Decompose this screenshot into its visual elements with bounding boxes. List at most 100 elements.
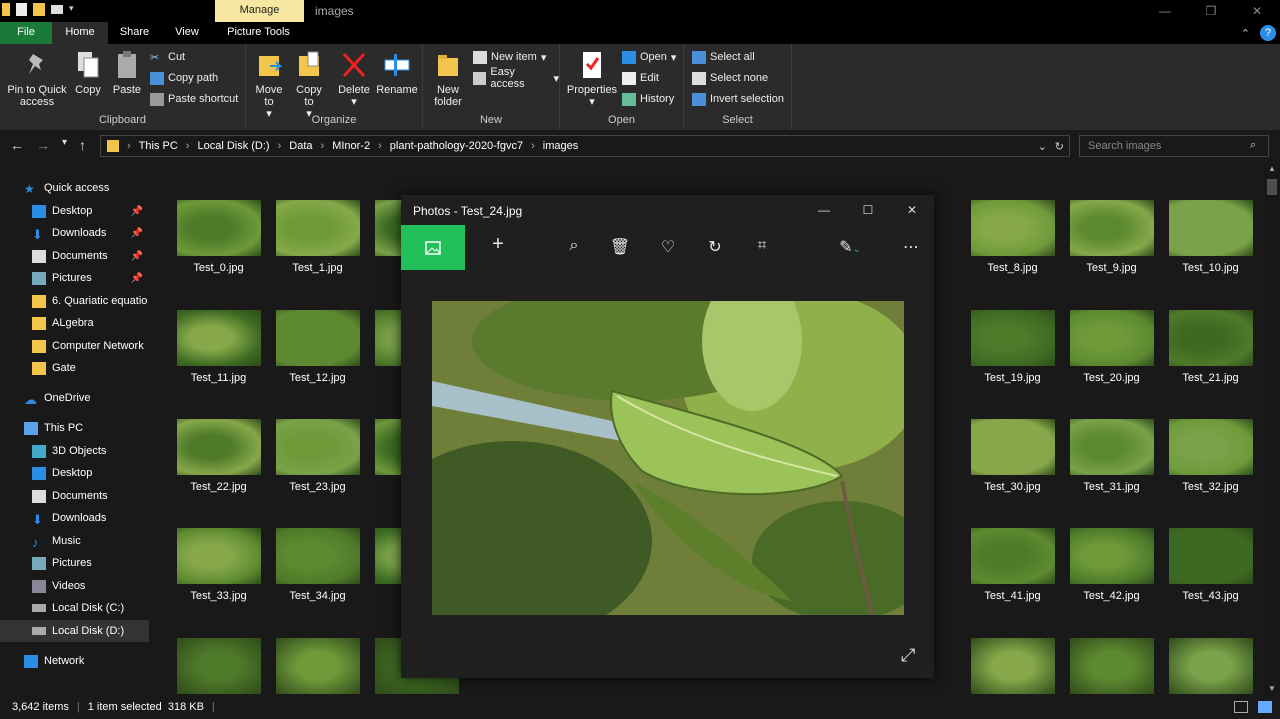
close-button[interactable]: ✕: [1234, 0, 1280, 22]
file-item[interactable]: Test_43.jpg: [1161, 528, 1260, 602]
cut-button[interactable]: ✂ Cut: [150, 48, 185, 66]
nav-item-3d-objects[interactable]: 3D Objects: [0, 440, 149, 462]
edit-button[interactable]: Edit: [622, 69, 659, 87]
details-view-icon[interactable]: [1234, 701, 1248, 713]
select-all-button[interactable]: Select all: [692, 48, 755, 66]
heart-icon[interactable]: ♡: [656, 237, 680, 259]
breadcrumb-local-disk[interactable]: Local Disk (D:): [197, 140, 269, 152]
file-item[interactable]: Test_32.jpg: [1161, 419, 1260, 493]
file-item[interactable]: Test_21.jpg: [1161, 310, 1260, 384]
scroll-down-icon[interactable]: ▼: [1268, 684, 1276, 693]
new-item-button[interactable]: New item ▾: [473, 48, 546, 66]
file-item[interactable]: Test_30.jpg: [963, 419, 1062, 493]
nav-this-pc[interactable]: This PC: [0, 417, 149, 439]
scroll-up-icon[interactable]: ▲: [1268, 164, 1276, 173]
nav-network[interactable]: Network: [0, 650, 149, 672]
delete-icon[interactable]: 🗑: [608, 237, 632, 259]
select-none-button[interactable]: Select none: [692, 69, 768, 87]
thumbnail-view-icon[interactable]: [1258, 701, 1272, 713]
copy-button[interactable]: Copy: [72, 50, 104, 96]
copy-path-button[interactable]: Copy path: [150, 69, 218, 87]
file-item[interactable]: [1062, 638, 1161, 694]
nav-quick-access[interactable]: ★ Quick access: [0, 177, 149, 199]
pin-to-quick-access-button[interactable]: Pin to Quick access: [4, 50, 70, 108]
nav-item-videos[interactable]: Videos: [0, 575, 149, 597]
nav-item-pc-desktop[interactable]: Desktop: [0, 462, 149, 484]
move-to-button[interactable]: Move to ▾: [252, 50, 286, 120]
chevron-up-icon[interactable]: ⌃: [1241, 27, 1250, 40]
breadcrumb-plant-pathology[interactable]: plant-pathology-2020-fgvc7: [390, 140, 523, 152]
copy-to-button[interactable]: Copy to ▾: [292, 50, 326, 120]
recent-chevron-icon[interactable]: ▾: [62, 137, 67, 153]
file-item[interactable]: Test_1.jpg: [268, 200, 367, 274]
file-item[interactable]: Test_41.jpg: [963, 528, 1062, 602]
file-item[interactable]: Test_20.jpg: [1062, 310, 1161, 384]
nav-item-downloads[interactable]: ⬇ Downloads 📌: [0, 222, 149, 244]
file-item[interactable]: [963, 638, 1062, 694]
paste-button[interactable]: Paste: [110, 50, 144, 96]
nav-item-music[interactable]: ♪ Music: [0, 530, 149, 552]
refresh-icon[interactable]: ↻: [1055, 140, 1064, 153]
nav-item-quadratic[interactable]: 6. Quariatic equatio: [0, 290, 149, 312]
add-icon[interactable]: +: [486, 233, 510, 255]
help-icon[interactable]: ?: [1260, 25, 1276, 41]
file-item[interactable]: Test_10.jpg: [1161, 200, 1260, 274]
rotate-icon[interactable]: ↻: [703, 237, 727, 259]
file-item[interactable]: Test_19.jpg: [963, 310, 1062, 384]
properties-button[interactable]: Properties ▾: [566, 50, 618, 108]
nav-item-computer-network[interactable]: Computer Network: [0, 335, 149, 357]
see-all-photos-button[interactable]: [401, 225, 465, 270]
easy-access-button[interactable]: Easy access ▾: [473, 66, 559, 90]
nav-onedrive[interactable]: ☁ OneDrive: [0, 387, 149, 409]
history-button[interactable]: History: [622, 90, 674, 108]
zoom-icon[interactable]: ⌕: [562, 237, 586, 259]
search-input[interactable]: Search images: [1079, 135, 1269, 157]
nav-item-local-disk-c[interactable]: Local Disk (C:): [0, 597, 149, 619]
paste-shortcut-button[interactable]: Paste shortcut: [150, 90, 238, 108]
scrollbar-thumb[interactable]: [1267, 179, 1277, 195]
photos-minimize-button[interactable]: —: [802, 195, 846, 225]
manage-tab[interactable]: Manage: [215, 0, 304, 22]
file-item[interactable]: Test_12.jpg: [268, 310, 367, 384]
file-item[interactable]: Test_34.jpg: [268, 528, 367, 602]
crop-icon[interactable]: ⌗: [750, 237, 774, 259]
edit-create-icon[interactable]: ✎⌄: [838, 237, 862, 259]
minimize-button[interactable]: —: [1142, 0, 1188, 22]
file-item[interactable]: Test_9.jpg: [1062, 200, 1161, 274]
nav-item-pictures[interactable]: Pictures 📌: [0, 267, 149, 289]
photos-maximize-button[interactable]: ☐: [846, 195, 890, 225]
delete-button[interactable]: Delete ▾: [336, 50, 372, 108]
file-item[interactable]: Test_22.jpg: [169, 419, 268, 493]
chevron-down-icon[interactable]: ▾: [69, 3, 74, 16]
file-item[interactable]: Test_0.jpg: [169, 200, 268, 274]
invert-selection-button[interactable]: Invert selection: [692, 90, 784, 108]
new-folder-button[interactable]: New folder: [429, 50, 467, 108]
rename-button[interactable]: Rename: [376, 50, 418, 96]
open-button[interactable]: Open ▾: [622, 48, 676, 66]
file-item[interactable]: [1161, 638, 1260, 694]
nav-item-pc-documents[interactable]: Documents: [0, 485, 149, 507]
breadcrumb-this-pc[interactable]: This PC: [139, 140, 178, 152]
maximize-button[interactable]: ❐: [1188, 0, 1234, 22]
window-icon[interactable]: [51, 5, 63, 14]
nav-item-gate[interactable]: Gate: [0, 357, 149, 379]
forward-arrow-icon[interactable]: →: [36, 137, 50, 153]
properties-icon[interactable]: [16, 3, 27, 16]
breadcrumb-data[interactable]: Data: [289, 140, 312, 152]
back-arrow-icon[interactable]: ←: [10, 137, 24, 153]
breadcrumb-images[interactable]: images: [543, 140, 578, 152]
scrollbar[interactable]: ▲ ▼: [1264, 162, 1280, 695]
fullscreen-icon[interactable]: ⤢: [901, 645, 915, 666]
file-item[interactable]: Test_31.jpg: [1062, 419, 1161, 493]
file-item[interactable]: [169, 638, 268, 694]
nav-item-algebra[interactable]: ALgebra: [0, 312, 149, 334]
breadcrumb-minor[interactable]: MInor-2: [332, 140, 370, 152]
file-item[interactable]: Test_11.jpg: [169, 310, 268, 384]
nav-item-local-disk-d[interactable]: Local Disk (D:): [0, 620, 149, 642]
tab-file[interactable]: File: [0, 22, 52, 44]
file-item[interactable]: Test_23.jpg: [268, 419, 367, 493]
nav-item-pc-pictures[interactable]: Pictures: [0, 552, 149, 574]
file-item[interactable]: Test_33.jpg: [169, 528, 268, 602]
address-dropdown-icon[interactable]: ⌄: [1038, 140, 1047, 153]
address-bar[interactable]: › This PC › Local Disk (D:) › Data › MInor-…: [100, 135, 1070, 157]
